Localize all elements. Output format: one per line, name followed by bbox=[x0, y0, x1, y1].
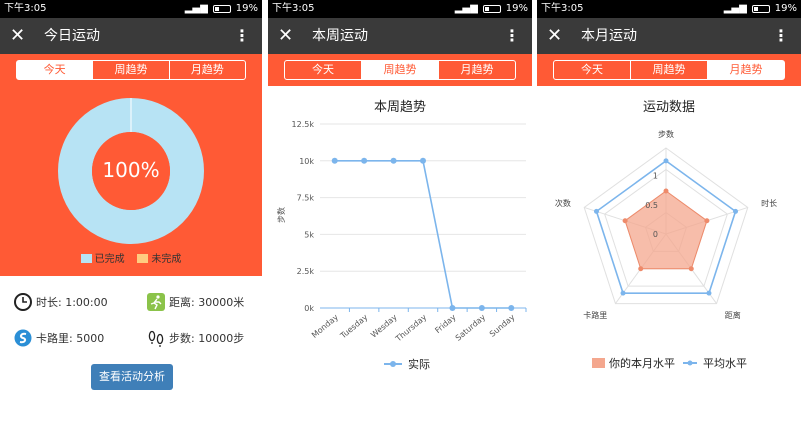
x-tick-label: Monday bbox=[310, 312, 340, 339]
data-point-average[interactable] bbox=[706, 290, 712, 296]
data-point[interactable] bbox=[390, 157, 397, 164]
tab-bar: 今天 周趋势 月趋势 bbox=[0, 54, 262, 86]
legend-swatch-todo bbox=[137, 254, 149, 263]
stat-distance: 距离: 30000米 bbox=[146, 292, 244, 312]
data-point[interactable] bbox=[361, 157, 368, 164]
weekly-line-chart: 0k2.5k5k7.5k10k12.5k MondayTuesday Wesday… bbox=[276, 120, 527, 371]
donut-label: 100% bbox=[102, 158, 159, 182]
status-time: 下午3:05 bbox=[4, 3, 47, 14]
battery-icon bbox=[212, 5, 231, 13]
battery-level: 19% bbox=[235, 3, 258, 14]
legend-done: 已完成 bbox=[94, 254, 125, 265]
data-point-average[interactable] bbox=[733, 208, 739, 214]
axis-label: 时长 bbox=[761, 198, 777, 208]
stat-calories: 卡路里: 5000 bbox=[13, 328, 104, 348]
y-axis-label: 步数 bbox=[276, 207, 286, 223]
radial-tick-label: 1 bbox=[653, 172, 658, 181]
legend-swatch-done bbox=[80, 254, 92, 263]
stat-duration-text: 时长: 1:00:00 bbox=[36, 296, 108, 309]
data-point[interactable] bbox=[331, 157, 338, 164]
stat-steps: 步数: 10000步 bbox=[146, 328, 244, 348]
legend-mine: 你的本月水平 bbox=[609, 356, 675, 370]
data-point-mine[interactable] bbox=[663, 188, 669, 194]
stat-steps-text: 步数: 10000步 bbox=[169, 332, 245, 345]
close-icon[interactable]: ✕ bbox=[10, 23, 25, 49]
clock-icon bbox=[14, 293, 32, 311]
y-tick-label: 5k bbox=[304, 230, 314, 239]
x-tick-label: Saturday bbox=[454, 312, 488, 342]
legend-marker bbox=[390, 361, 396, 367]
axis-label: 步数 bbox=[658, 129, 674, 139]
progress-donut: 100% bbox=[58, 98, 204, 244]
monthly-radar-chart: 0 0.5 1 步数时长距离 卡路里 次数 你的本月水平 平均水平 bbox=[555, 129, 777, 370]
stat-duration: 时长: 1:00:00 bbox=[13, 292, 108, 312]
x-tick-label: Thursday bbox=[393, 312, 428, 344]
progress-area: 100% bbox=[0, 86, 262, 276]
y-tick-label: 10k bbox=[299, 157, 314, 166]
axis-label: 次数 bbox=[555, 198, 571, 208]
stat-distance-text: 距离: 30000米 bbox=[169, 296, 245, 309]
data-point-mine[interactable] bbox=[638, 266, 644, 272]
page-title: 今日运动 bbox=[44, 28, 100, 44]
calorie-icon bbox=[14, 329, 32, 347]
series-area-mine bbox=[624, 190, 708, 270]
data-point[interactable] bbox=[420, 157, 426, 164]
x-tick-label: Tuesday bbox=[338, 312, 370, 341]
month-screen: 下午3:05 ▂▄▆ 19% ✕ 本月运动 ⋮ 今天 周趋势 月趋势 运动数据 … bbox=[537, 0, 801, 428]
data-point-mine[interactable] bbox=[688, 266, 694, 272]
x-tick-label: Friday bbox=[433, 312, 458, 335]
signal-icon: ▂▄▆ bbox=[184, 3, 208, 14]
legend-avg-marker bbox=[687, 360, 693, 366]
radial-tick-label: 0 bbox=[653, 230, 658, 239]
data-point-mine[interactable] bbox=[622, 218, 628, 224]
data-point-mine[interactable] bbox=[704, 218, 710, 224]
running-icon bbox=[147, 293, 165, 311]
radial-tick-label: 0.5 bbox=[645, 201, 658, 210]
legend-swatch-mine bbox=[592, 358, 605, 368]
stat-calories-text: 卡路里: 5000 bbox=[36, 332, 105, 345]
y-tick-label: 0k bbox=[304, 304, 314, 313]
data-point-average[interactable] bbox=[663, 158, 669, 164]
week-screen: 下午3:05 ▂▄▆ 19% ✕ 本周运动 ⋮ 今天 周趋势 月趋势 本周趋势 … bbox=[268, 0, 532, 428]
more-menu-icon[interactable]: ⋮ bbox=[234, 18, 250, 54]
y-tick-label: 2.5k bbox=[297, 267, 315, 276]
footprint-icon bbox=[148, 330, 164, 347]
view-analysis-button[interactable]: 查看活动分析 bbox=[91, 364, 173, 390]
donut-legend: 已完成 未完成 bbox=[0, 250, 262, 265]
axis-label: 卡路里 bbox=[583, 310, 607, 320]
x-tick-label: Sunday bbox=[488, 312, 517, 338]
data-point-average[interactable] bbox=[620, 290, 626, 296]
data-point[interactable] bbox=[508, 305, 515, 311]
axis-label: 距离 bbox=[725, 310, 741, 320]
y-tick-label: 7.5k bbox=[297, 194, 315, 203]
data-point[interactable] bbox=[478, 305, 485, 311]
legend-actual: 实际 bbox=[408, 357, 430, 371]
app-bar: ✕ 今日运动 ⋮ bbox=[0, 18, 262, 54]
tab-month[interactable]: 月趋势 bbox=[168, 61, 245, 79]
legend-todo: 未完成 bbox=[151, 254, 182, 265]
tab-today[interactable]: 今天 bbox=[17, 61, 93, 79]
data-point-average[interactable] bbox=[593, 208, 599, 214]
today-screen: 下午3:05 ▂▄▆ 19% ✕ 今日运动 ⋮ 今天 周趋势 月趋势 100% … bbox=[0, 0, 262, 428]
legend-average: 平均水平 bbox=[703, 357, 747, 370]
y-tick-label: 12.5k bbox=[292, 120, 315, 129]
tab-week[interactable]: 周趋势 bbox=[92, 61, 168, 79]
status-bar: 下午3:05 ▂▄▆ 19% bbox=[0, 0, 262, 18]
data-point[interactable] bbox=[449, 305, 456, 311]
